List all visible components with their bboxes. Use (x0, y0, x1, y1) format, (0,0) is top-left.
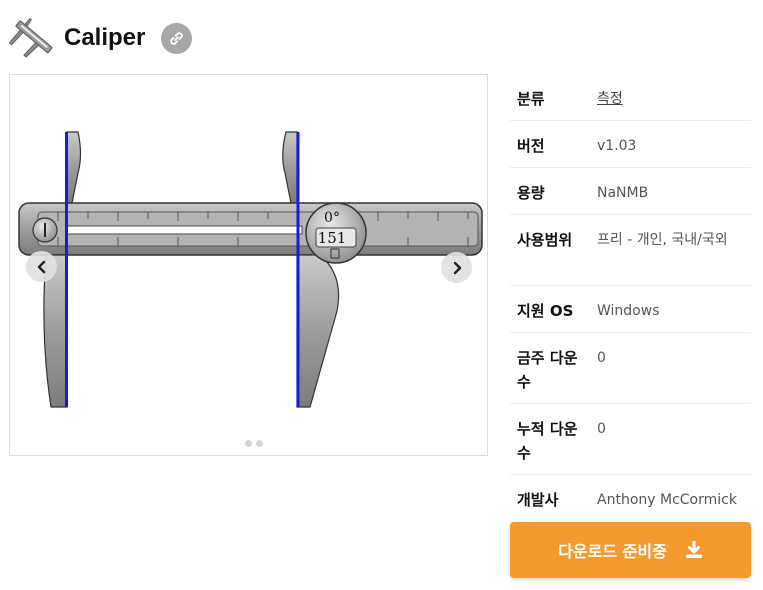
info-label: 분류 (517, 90, 545, 108)
info-value: 0 (597, 350, 606, 366)
info-row-weekly-downloads: 금주 다운수 0 (510, 333, 751, 404)
info-label: 버전 (517, 137, 545, 155)
info-label: 금주 다운수 (517, 349, 578, 391)
chevron-right-icon (453, 261, 461, 274)
dial-value-readout: 151 (318, 229, 347, 247)
category-link[interactable]: 측정 (590, 87, 751, 120)
caliper-icon (8, 17, 53, 58)
info-label: 누적 다운수 (517, 420, 578, 462)
info-value: Anthony McCormick (597, 492, 737, 508)
download-icon (685, 541, 702, 558)
info-row-category: 분류 측정 (510, 74, 751, 121)
link-icon (170, 31, 184, 45)
gallery-pagination (245, 440, 263, 447)
info-value: 0 (597, 421, 606, 437)
screenshot-image: 0° 151 (18, 131, 483, 408)
info-row-developer: 개발사 Anthony McCormick (510, 475, 751, 522)
download-button-label: 다운로드 준비중 (558, 542, 667, 561)
info-row-os: 지원 OS Windows (510, 286, 751, 333)
info-value: v1.03 (597, 138, 637, 154)
info-value: NaNMB (597, 185, 649, 201)
dial-angle-readout: 0° (324, 210, 340, 226)
copy-link-button[interactable] (161, 22, 193, 54)
info-label: 용량 (517, 184, 545, 202)
app-header: Caliper (8, 12, 193, 64)
info-label: 사용범위 (517, 231, 573, 249)
gallery-next-button[interactable] (441, 252, 472, 283)
gallery-dot-2[interactable] (256, 440, 263, 447)
gallery-prev-button[interactable] (26, 251, 57, 282)
app-title: Caliper (64, 24, 146, 51)
info-value: Windows (597, 303, 660, 319)
info-row-total-downloads: 누적 다운수 0 (510, 404, 751, 475)
info-label: 개발사 (517, 491, 559, 509)
screenshot-gallery: 0° 151 (9, 74, 488, 456)
chevron-left-icon (37, 260, 45, 273)
info-row-version: 버전 v1.03 (510, 121, 751, 168)
info-label: 지원 OS (517, 302, 574, 320)
info-row-size: 용량 NaNMB (510, 168, 751, 215)
download-button[interactable]: 다운로드 준비중 (510, 522, 751, 578)
app-info-table: 분류 측정 버전 v1.03 용량 NaNMB 사용범위 프리 - 개인, 국내… (510, 74, 751, 522)
info-row-license: 사용범위 프리 - 개인, 국내/국외 (510, 215, 751, 286)
gallery-dot-1[interactable] (245, 440, 252, 447)
info-value: 프리 - 개인, 국내/국외 (597, 232, 728, 248)
